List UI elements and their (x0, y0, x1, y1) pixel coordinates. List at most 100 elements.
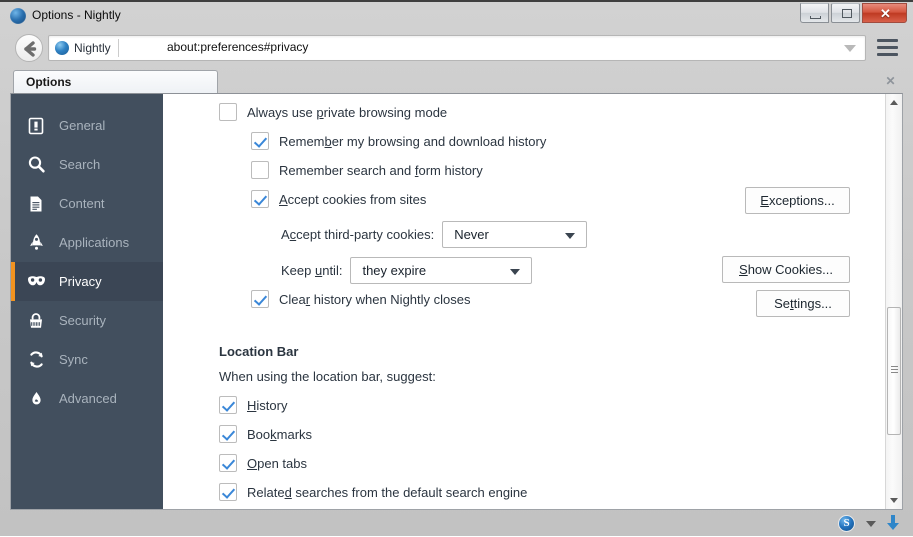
content-icon (25, 193, 47, 215)
checkbox-row-remember-history[interactable]: Remember my browsing and download histor… (251, 132, 546, 150)
sidebar-item-label: General (59, 118, 106, 133)
keep-until-row: Keep until: they expire (281, 257, 533, 284)
identity-box[interactable]: Nightly (55, 39, 119, 57)
sidebar-item-advanced[interactable]: Advanced (11, 379, 163, 418)
content-area: General Search Content Applications Priv… (10, 93, 903, 510)
show-cookies-button[interactable]: Show Cookies... (722, 256, 850, 283)
sidebar-item-sync[interactable]: Sync (11, 340, 163, 379)
sidebar-item-general[interactable]: General (11, 106, 163, 145)
sidebar-item-applications[interactable]: Applications (11, 223, 163, 262)
button-label: Show Cookies... (739, 262, 833, 277)
close-icon[interactable]: ✕ (885, 75, 896, 87)
checkbox-label: History (247, 397, 288, 413)
url-input[interactable]: about:preferences#privacy (167, 40, 308, 54)
checkbox-label: Related searches from the default search… (247, 484, 528, 500)
checkbox-label: Remember my browsing and download histor… (279, 133, 547, 149)
checkbox-row-open-tabs[interactable]: Open tabs (219, 454, 307, 472)
minimize-button[interactable] (800, 3, 829, 23)
third-party-cookies-row: Accept third-party cookies: Never (281, 221, 588, 248)
checkbox-suggest-open-tabs[interactable] (219, 454, 237, 472)
sync-badge-icon[interactable]: S (838, 515, 855, 532)
close-button[interactable]: ✕ (862, 3, 907, 23)
status-bar: S (0, 510, 913, 536)
keep-until-select[interactable]: they expire (350, 257, 533, 284)
checkbox-label: Accept cookies from sites (279, 191, 427, 207)
checkbox-label: Clear history when Nightly closes (279, 291, 471, 307)
sidebar-item-label: Search (59, 157, 101, 172)
general-icon (25, 115, 47, 137)
checkbox-row-remember-form-history[interactable]: Remember search and form history (251, 161, 483, 179)
vertical-scrollbar[interactable] (885, 94, 902, 509)
tab-label: Options (26, 75, 72, 89)
preferences-pane: Always use private browsing mode Remembe… (163, 94, 902, 509)
privacy-mask-icon (25, 271, 47, 293)
chevron-down-icon[interactable] (844, 45, 856, 52)
sidebar-item-search[interactable]: Search (11, 145, 163, 184)
checkbox-row-bookmarks[interactable]: Bookmarks (219, 425, 312, 443)
chevron-up-icon (890, 100, 898, 105)
select-value: they expire (362, 263, 427, 278)
hamburger-bar (877, 39, 898, 42)
checkbox-row-private-browsing[interactable]: Always use private browsing mode (219, 103, 447, 121)
menu-button[interactable] (877, 39, 898, 56)
checkbox-label: Remember search and form history (279, 162, 483, 178)
checkbox-label: Open tabs (247, 455, 307, 471)
checkbox-suggest-related-searches[interactable] (219, 483, 237, 501)
scrollbar-thumb[interactable] (887, 307, 901, 435)
checkbox-row-related-searches[interactable]: Related searches from the default search… (219, 483, 527, 501)
checkbox-remember-history[interactable] (251, 132, 269, 150)
maximize-icon (842, 9, 852, 18)
firefox-globe-icon (10, 8, 26, 24)
chevron-down-icon (510, 269, 521, 275)
preferences-sidebar: General Search Content Applications Priv… (11, 94, 163, 509)
checkbox-label: Bookmarks (247, 426, 313, 442)
hamburger-bar (877, 53, 898, 56)
checkbox-row-clear-history[interactable]: Clear history when Nightly closes (251, 290, 471, 308)
sidebar-item-label: Sync (59, 352, 88, 367)
title-bar: Options - Nightly ✕ (0, 2, 913, 30)
scrollbar-grip (891, 366, 898, 374)
sidebar-item-label: Security (59, 313, 106, 328)
third-party-cookies-select[interactable]: Never (442, 221, 588, 248)
tab-strip: Options ✕ (0, 68, 913, 94)
download-arrow-icon[interactable] (885, 514, 901, 532)
scroll-up-button[interactable] (886, 94, 902, 111)
keep-until-label: Keep until: (281, 263, 343, 278)
scroll-down-button[interactable] (886, 492, 902, 509)
navigation-toolbar: Nightly about:preferences#privacy (0, 30, 913, 68)
security-lock-icon (25, 310, 47, 332)
settings-button[interactable]: Settings... (756, 290, 850, 317)
back-arrow-icon (24, 41, 37, 57)
site-identity-icon (55, 41, 69, 55)
sidebar-item-label: Applications (59, 235, 130, 250)
sidebar-item-label: Privacy (59, 274, 102, 289)
chevron-down-icon[interactable] (866, 521, 876, 527)
checkbox-row-history[interactable]: History (219, 396, 287, 414)
search-icon (25, 154, 47, 176)
minimize-icon (810, 16, 821, 19)
checkbox-suggest-history[interactable] (219, 396, 237, 414)
identity-label: Nightly (74, 41, 111, 55)
button-label: Settings... (774, 296, 832, 311)
checkbox-label: Always use private browsing mode (247, 104, 448, 120)
sidebar-item-content[interactable]: Content (11, 184, 163, 223)
checkbox-accept-cookies[interactable] (251, 190, 269, 208)
url-bar[interactable]: Nightly about:preferences#privacy (48, 35, 866, 61)
checkbox-remember-form-history[interactable] (251, 161, 269, 179)
sidebar-item-privacy[interactable]: Privacy (11, 262, 163, 301)
chevron-down-icon (565, 233, 576, 239)
maximize-button[interactable] (831, 3, 860, 23)
checkbox-private-browsing[interactable] (219, 103, 237, 121)
checkbox-row-accept-cookies[interactable]: Accept cookies from sites (251, 190, 426, 208)
back-button[interactable] (15, 34, 43, 62)
exceptions-button[interactable]: Exceptions... (745, 187, 850, 214)
sidebar-item-security[interactable]: Security (11, 301, 163, 340)
sidebar-item-label: Content (59, 196, 105, 211)
checkbox-clear-history[interactable] (251, 290, 269, 308)
checkbox-suggest-bookmarks[interactable] (219, 425, 237, 443)
tab-options[interactable]: Options (13, 70, 218, 94)
button-label: Exceptions... (760, 193, 835, 208)
browser-window: Options - Nightly ✕ Nightly about:prefer… (0, 0, 913, 536)
location-bar-title: Location Bar (219, 344, 299, 359)
hamburger-bar (877, 46, 898, 49)
